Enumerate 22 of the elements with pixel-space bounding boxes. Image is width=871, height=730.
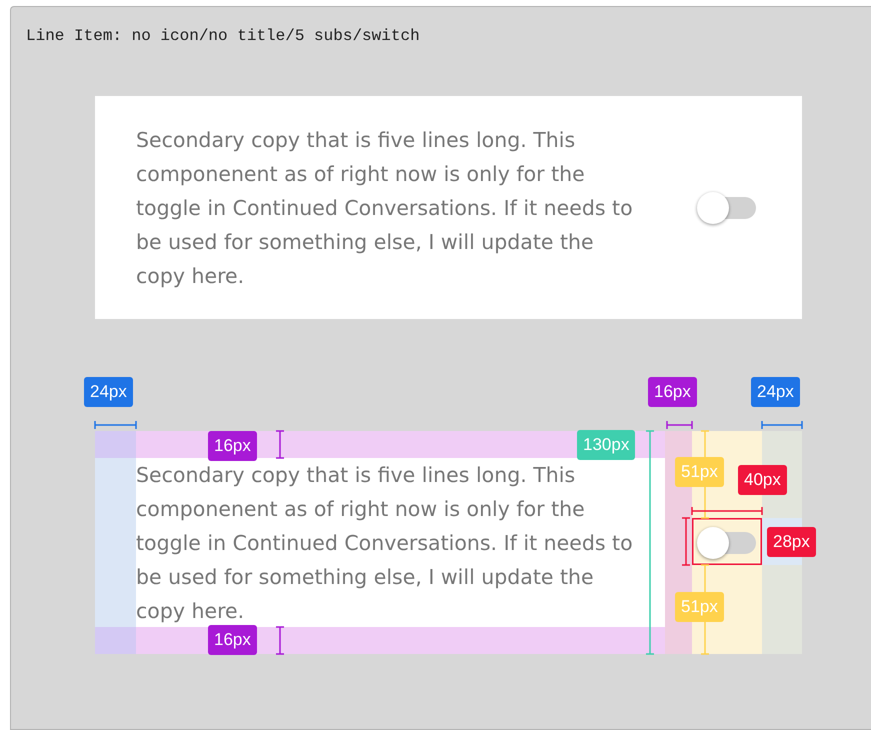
measurement-label: 28px [767, 527, 816, 557]
dimension-line [682, 517, 690, 566]
dimension-line [276, 626, 284, 655]
measurement-label: 51px [675, 592, 724, 622]
measurement-label: 24px [751, 377, 800, 407]
dimension-line [276, 430, 284, 459]
measurement-label: 51px [675, 457, 724, 487]
measurement-label: 16px [208, 625, 257, 655]
secondary-text: Secondary copy that is five lines long. This componenent as of right now is only for the toggle in Continued Conversations. If it needs to be used for something else, I will update the copy here. [136, 462, 634, 624]
measurement-label: 130px [577, 430, 636, 460]
toggle-switch[interactable] [696, 190, 758, 224]
measurement-label: 24px [84, 377, 133, 407]
measurement-label: 16px [208, 431, 257, 461]
spec-title: Line Item: no icon/no title/5 subs/switch [26, 27, 420, 45]
dimension-line [761, 421, 803, 429]
toggle-switch[interactable] [696, 526, 758, 560]
measurement-label: 16px [648, 377, 697, 407]
dimension-line [666, 421, 693, 429]
toggle-bounds-outline [692, 518, 762, 565]
secondary-text: Secondary copy that is five lines long. This componenent as of right now is only for the toggle in Continued Conversations. If it needs to be used for something else, I will update the copy here. [136, 126, 634, 290]
measurement-label: 40px [738, 465, 787, 495]
dimension-line [94, 421, 137, 429]
